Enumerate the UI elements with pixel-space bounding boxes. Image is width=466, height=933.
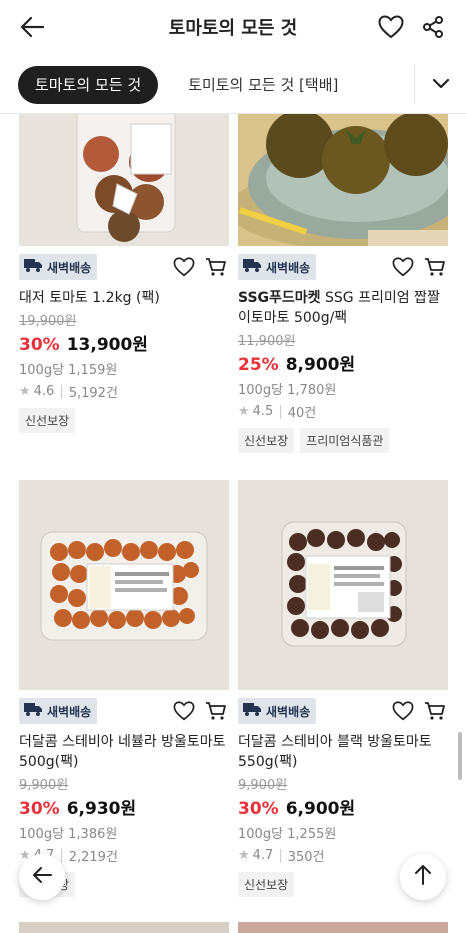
tab-tomato-delivery[interactable]: 토미토의 모든 것 [택배] — [188, 74, 338, 95]
discount-rate: 25% — [238, 355, 279, 375]
heart-icon[interactable] — [390, 698, 416, 724]
sale-price: 8,900원 — [285, 355, 356, 375]
discount-rate: 30% — [19, 799, 60, 819]
discount-rate: 30% — [19, 335, 60, 355]
tabs-expand-button[interactable] — [414, 64, 466, 104]
page-title: 토마토의 모든 것 — [168, 18, 298, 39]
original-price: 9,900원 — [19, 778, 69, 793]
cart-icon[interactable] — [422, 698, 448, 724]
unit-price: 100g당 1,255원 — [238, 827, 337, 842]
next-row-image-peek — [19, 922, 229, 933]
rating-value: 4.6 — [33, 384, 55, 399]
scroll-to-top-button[interactable] — [400, 854, 446, 900]
cart-icon[interactable] — [203, 254, 229, 280]
chevron-down-icon — [432, 75, 450, 94]
unit-price: 100g당 1,780원 — [238, 383, 337, 398]
original-price: 9,900원 — [238, 778, 288, 793]
product-image[interactable] — [238, 480, 448, 690]
product-name[interactable]: 더달콤 스테비아 블랙 방울토마토 550g(팩) — [238, 732, 448, 772]
heart-icon[interactable] — [171, 254, 197, 280]
share-icon[interactable] — [418, 12, 448, 42]
original-price: 11,900원 — [238, 334, 296, 349]
back-arrow-icon[interactable] — [16, 12, 48, 42]
product-name[interactable]: 더달콤 스테비아 네뷸라 방울토마토 500g(팩) — [19, 732, 229, 772]
review-count: 40건 — [287, 406, 317, 421]
star-icon: ★ — [238, 848, 250, 863]
truck-icon — [242, 257, 262, 277]
product-name[interactable]: SSG푸드마켓 SSG 프리미엄 짭짤이토마토 500g/팩 — [238, 288, 448, 328]
arrow-up-icon — [414, 864, 432, 890]
unit-price: 100g당 1,159원 — [19, 363, 118, 378]
sale-price: 6,930원 — [66, 799, 137, 819]
product-image[interactable] — [238, 114, 448, 246]
rating-value: 4.5 — [252, 404, 274, 419]
sale-price: 13,900원 — [66, 335, 148, 355]
sale-price: 6,900원 — [285, 799, 356, 819]
review-count: 350건 — [287, 850, 325, 865]
tag-fresh-guarantee: 신선보장 — [238, 428, 295, 453]
original-price: 19,900원 — [19, 314, 77, 329]
truck-icon — [23, 257, 43, 277]
truck-icon — [242, 701, 262, 721]
category-tabs: 토마토의 모든 것 토미토의 모든 것 [택배] — [0, 56, 466, 114]
product-card[interactable]: 새벽배송 대저 토마토 1.2kg (팩) 19,900원 30% 13,900… — [19, 114, 229, 433]
discount-rate: 30% — [238, 799, 279, 819]
dawn-delivery-badge: 새벽배송 — [19, 254, 98, 280]
product-image[interactable] — [19, 114, 229, 246]
product-name[interactable]: 대저 토마토 1.2kg (팩) — [19, 288, 229, 308]
truck-icon — [23, 701, 43, 721]
product-card[interactable]: 새벽배송 더달콤 스테비아 블랙 방울토마토 550g(팩) 9,900원 30… — [238, 480, 448, 897]
scrollbar[interactable] — [458, 732, 462, 780]
back-arrow-icon — [31, 866, 53, 888]
product-card[interactable]: 새벽배송 SSG푸드마켓 SSG 프리미엄 짭짤이토마토 500g/팩 11,9… — [238, 114, 448, 453]
rating-value: 4.7 — [252, 848, 274, 863]
rating-row: ★ 4.5 | 40건 — [238, 404, 317, 421]
heart-icon[interactable] — [390, 254, 416, 280]
floating-back-button[interactable] — [19, 854, 65, 900]
tab-tomato-all[interactable]: 토마토의 모든 것 — [18, 65, 159, 104]
dawn-delivery-badge: 새벽배송 — [238, 254, 317, 280]
product-image[interactable] — [19, 480, 229, 690]
dawn-delivery-badge: 새벽배송 — [238, 698, 317, 724]
tag-fresh-guarantee: 신선보장 — [19, 408, 76, 433]
review-count: 2,219건 — [68, 850, 118, 865]
review-count: 5,192건 — [68, 386, 118, 401]
heart-icon[interactable] — [171, 698, 197, 724]
unit-price: 100g당 1,386원 — [19, 827, 118, 842]
rating-row: ★ 4.6 | 5,192건 — [19, 384, 118, 401]
heart-icon[interactable] — [376, 12, 406, 42]
star-icon: ★ — [19, 384, 31, 399]
tag-premium-food: 프리미엄식품관 — [300, 428, 390, 453]
cart-icon[interactable] — [422, 254, 448, 280]
dawn-delivery-badge: 새벽배송 — [19, 698, 98, 724]
star-icon: ★ — [238, 404, 250, 419]
next-row-image-peek — [238, 922, 448, 933]
product-card[interactable]: 새벽배송 더달콤 스테비아 네뷸라 방울토마토 500g(팩) 9,900원 3… — [19, 480, 229, 897]
tag-fresh-guarantee: 신선보장 — [238, 872, 295, 897]
app-header: 토마토의 모든 것 — [0, 0, 466, 54]
cart-icon[interactable] — [203, 698, 229, 724]
